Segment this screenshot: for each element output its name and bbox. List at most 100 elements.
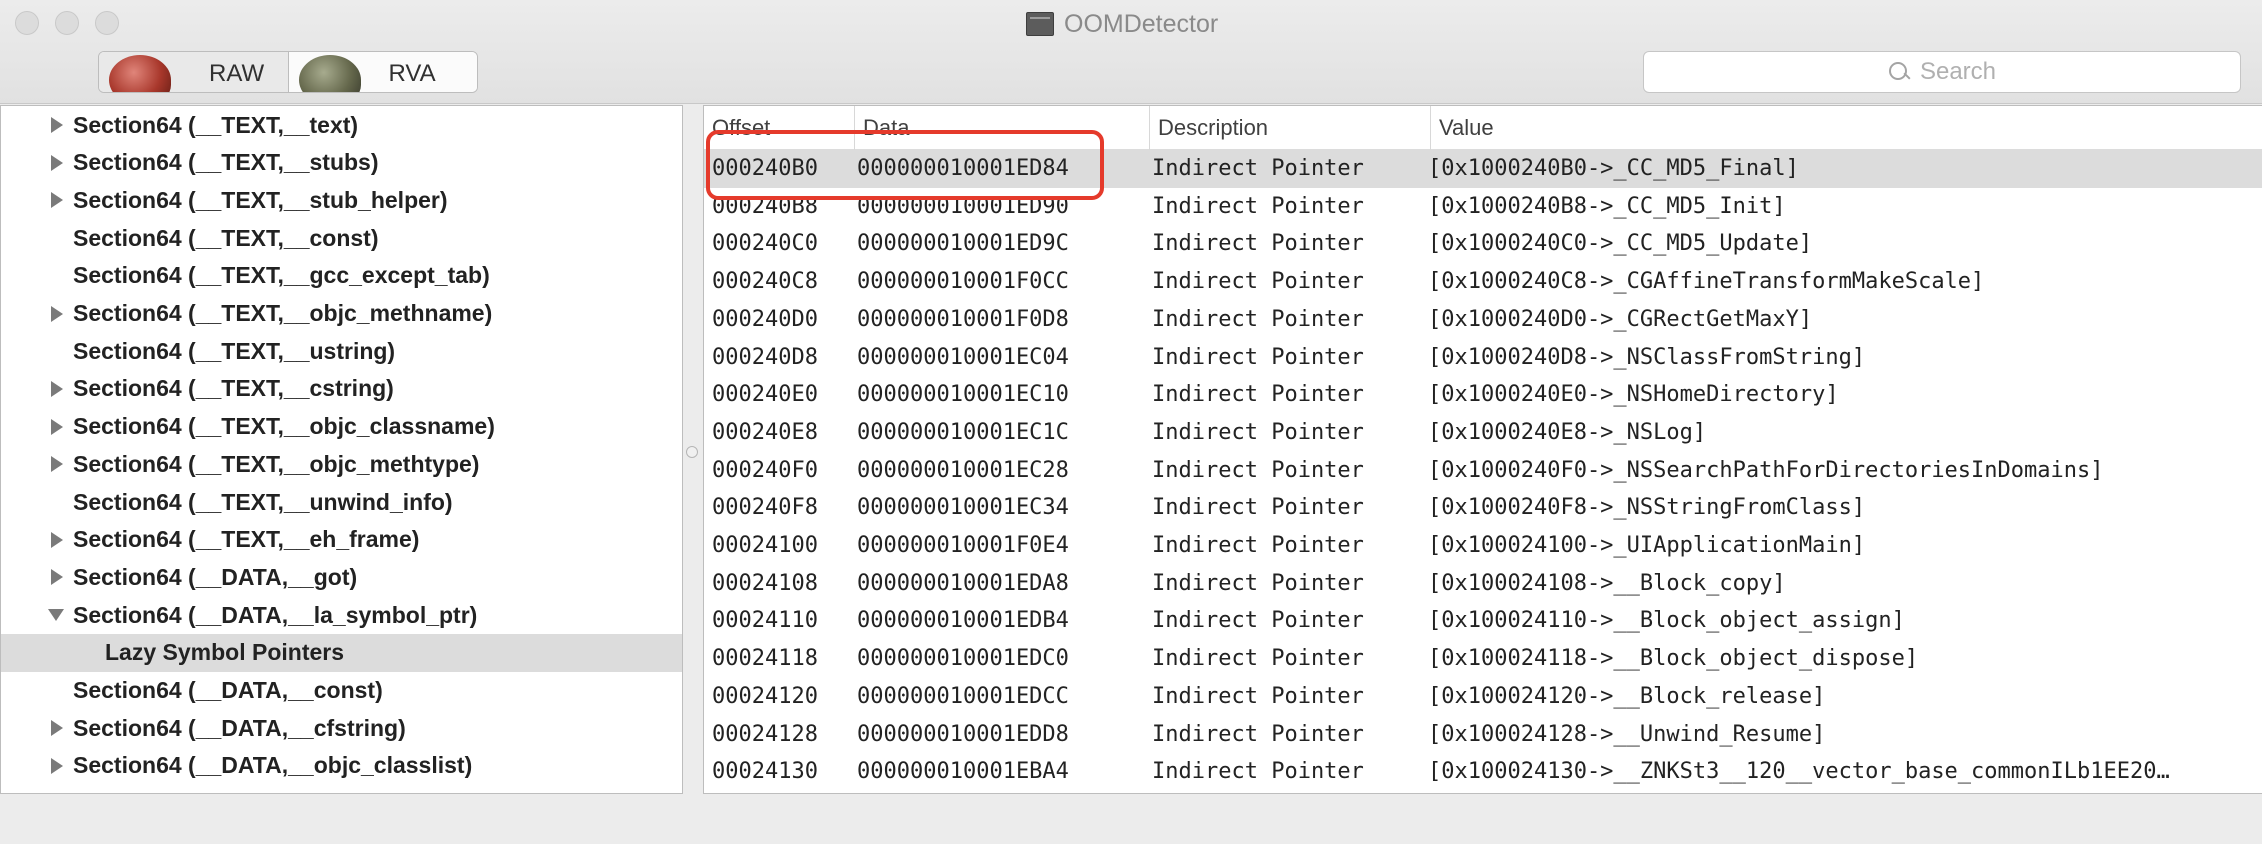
table-row[interactable]: 000240F0 000000010001EC28 Indirect Pointer… <box>704 452 2262 490</box>
raw-segment-label: RAW <box>209 60 265 87</box>
tree-item-label: Section64 (__DATA,__objc_classlist) <box>73 752 473 779</box>
cell-description: Indirect Pointer <box>1152 344 1364 370</box>
table-row[interactable]: 00024128 000000010001EDD8 Indirect Pointer… <box>704 716 2262 754</box>
tree-item[interactable]: Section64 (__TEXT,__stubs) <box>1 144 682 182</box>
disclosure-triangle-right-icon[interactable] <box>51 380 63 397</box>
disclosure-triangle-right-icon[interactable] <box>51 192 63 209</box>
disclosure-triangle-right-icon[interactable] <box>51 569 63 586</box>
column-header-offset[interactable]: Offset <box>704 106 854 150</box>
tree-item[interactable]: Section64 (__TEXT,__ustring) <box>1 332 682 370</box>
zoom-window-button[interactable] <box>95 11 119 35</box>
close-window-button[interactable] <box>15 11 39 35</box>
window-title: OOMDetector <box>1026 7 1218 41</box>
tree-item[interactable]: Section64 (__DATA,__la_symbol_ptr) <box>1 596 682 634</box>
tree-item[interactable]: Section64 (__TEXT,__unwind_info) <box>1 483 682 521</box>
cell-value: [0x1000240C8->_CGAffineTransformMakeScal… <box>1428 269 1985 295</box>
table-row[interactable]: 000240B8 000000010001ED90 Indirect Pointer… <box>704 188 2262 226</box>
tree-item-label: Lazy Symbol Pointers <box>105 639 345 666</box>
cell-value: [0x1000240B0->_CC_MD5_Final] <box>1428 156 1799 181</box>
tree-item-label: Section64 (__TEXT,__const) <box>73 224 379 251</box>
disclosure-triangle-right-icon[interactable] <box>51 456 63 473</box>
tree-item-label: Section64 (__DATA,__la_symbol_ptr) <box>73 601 478 628</box>
table-row[interactable]: 000240F8 000000010001EC34 Indirect Pointer… <box>704 489 2262 527</box>
tree-item-label: Section64 (__TEXT,__stub_helper) <box>73 186 448 213</box>
tree-item[interactable]: Lazy Symbol Pointers <box>1 633 682 672</box>
cell-description: Indirect Pointer <box>1152 382 1364 408</box>
tree-item[interactable]: Section64 (__DATA,__cfstring) <box>1 709 682 747</box>
window-title-text: OOMDetector <box>1064 9 1219 38</box>
tree-item[interactable]: Section64 (__TEXT,__stub_helper) <box>1 181 682 219</box>
pointer-table[interactable]: Offset Data Description Value 000240B0 00… <box>703 105 2262 794</box>
column-header-data[interactable]: Data <box>854 106 1149 150</box>
table-row[interactable]: 000240E8 000000010001EC1C Indirect Pointer… <box>704 414 2262 452</box>
rva-mode-icon <box>298 55 361 92</box>
table-row[interactable]: 000240C0 000000010001ED9C Indirect Pointer… <box>704 225 2262 263</box>
tree-item[interactable]: Section64 (__TEXT,__gcc_except_tab) <box>1 257 682 295</box>
title-bar: OOMDetector RAW RVA Search <box>0 0 2262 104</box>
tree-item-label: Section64 (__TEXT,__eh_frame) <box>73 526 420 553</box>
cell-value: [0x1000240E8->_NSLog] <box>1428 419 1707 445</box>
disclosure-triangle-right-icon[interactable] <box>51 117 63 133</box>
table-row[interactable]: 000240D0 000000010001F0D8 Indirect Pointer… <box>704 301 2262 339</box>
search-field[interactable]: Search <box>1643 51 2241 93</box>
tree-item[interactable]: Section64 (__DATA,__got) <box>1 558 682 596</box>
cell-data: 000000010001EDD8 <box>857 721 1069 747</box>
column-header-value[interactable]: Value <box>1430 106 2262 150</box>
cell-offset: 000240D0 <box>712 306 818 332</box>
tree-item[interactable]: Section64 (__TEXT,__eh_frame) <box>1 521 682 559</box>
table-row[interactable]: 000240C8 000000010001F0CC Indirect Pointer… <box>704 263 2262 301</box>
cell-data: 000000010001EC10 <box>857 382 1069 408</box>
tree-item[interactable]: Section64 (__TEXT,__objc_methname) <box>1 295 682 333</box>
section-tree[interactable]: Section64 (__TEXT,__text) Section64 (__TE… <box>0 105 683 794</box>
cell-value: [0x100024110->__Block_object_assign] <box>1428 608 1905 634</box>
table-row[interactable]: 000240B0 000000010001ED84 Indirect Pointer… <box>704 150 2262 188</box>
tree-item[interactable]: Section64 (__TEXT,__objc_classname) <box>1 408 682 446</box>
tree-item-label: Section64 (__DATA,__cfstring) <box>73 714 406 741</box>
disclosure-triangle-right-icon[interactable] <box>51 154 63 171</box>
table-row[interactable]: 00024108 000000010001EDA8 Indirect Pointer… <box>704 565 2262 603</box>
cell-value: [0x1000240D8->_NSClassFromString] <box>1428 344 1866 370</box>
minimize-window-button[interactable] <box>55 11 79 35</box>
tree-item[interactable]: Section64 (__TEXT,__cstring) <box>1 370 682 408</box>
disclosure-triangle-right-icon[interactable] <box>51 757 63 774</box>
tree-item-label: Section64 (__TEXT,__objc_methname) <box>73 300 493 326</box>
tree-item[interactable]: Section64 (__TEXT,__const) <box>1 219 682 257</box>
cell-description: Indirect Pointer <box>1152 495 1364 521</box>
disclosure-triangle-right-icon[interactable] <box>51 720 63 737</box>
tree-item-label: Section64 (__TEXT,__text) <box>73 111 359 138</box>
table-row[interactable]: 00024118 000000010001EDC0 Indirect Pointer… <box>704 640 2262 678</box>
cell-offset: 00024128 <box>712 721 818 747</box>
cell-data: 000000010001EC34 <box>857 495 1069 521</box>
tree-item-label: Section64 (__TEXT,__ustring) <box>73 337 396 364</box>
cell-description: Indirect Pointer <box>1152 156 1364 181</box>
table-row[interactable]: 000240E0 000000010001EC10 Indirect Pointer… <box>704 376 2262 414</box>
cell-offset: 000240F0 <box>712 457 818 483</box>
disclosure-triangle-right-icon[interactable] <box>51 418 63 435</box>
table-row[interactable]: 000240D8 000000010001EC04 Indirect Pointer… <box>704 339 2262 377</box>
disclosure-triangle-right-icon[interactable] <box>51 531 63 548</box>
tree-item[interactable]: Section64 (__TEXT,__text) <box>1 106 682 144</box>
raw-segment-button[interactable]: RAW <box>99 52 289 92</box>
tree-item-label: Section64 (__DATA,__const) <box>73 677 383 703</box>
cell-value: [0x1000240F8->_NSStringFromClass] <box>1428 495 1866 521</box>
cell-description: Indirect Pointer <box>1152 608 1364 634</box>
split-view-divider-handle[interactable] <box>686 446 698 458</box>
table-header: Offset Data Description Value <box>704 106 2262 150</box>
tree-item-label: Section64 (__TEXT,__objc_methtype) <box>73 450 480 477</box>
cell-value: [0x1000240F0->_NSSearchPathForDirectorie… <box>1428 457 2104 483</box>
tree-item[interactable]: Section64 (__TEXT,__objc_methtype) <box>1 445 682 483</box>
table-row[interactable]: 00024110 000000010001EDB4 Indirect Pointer… <box>704 602 2262 640</box>
rva-segment-button[interactable]: RVA <box>288 52 477 92</box>
column-header-description[interactable]: Description <box>1149 106 1430 150</box>
disclosure-triangle-down-icon[interactable] <box>48 609 64 622</box>
table-row[interactable]: 00024100 000000010001F0E4 Indirect Pointer… <box>704 527 2262 565</box>
tree-item[interactable]: Section64 (__DATA,__objc_classlist) <box>1 747 682 785</box>
table-row[interactable]: 00024120 000000010001EDCC Indirect Pointer… <box>704 678 2262 716</box>
cell-data: 000000010001F0E4 <box>857 533 1069 558</box>
cell-data: 000000010001EC1C <box>857 419 1069 445</box>
table-row[interactable]: 00024130 000000010001EBA4 Indirect Pointer… <box>704 753 2262 791</box>
cell-description: Indirect Pointer <box>1152 457 1364 483</box>
tree-item[interactable]: Section64 (__DATA,__const) <box>1 672 682 710</box>
tree-item-label: Section64 (__TEXT,__gcc_except_tab) <box>73 262 490 289</box>
disclosure-triangle-right-icon[interactable] <box>51 305 63 322</box>
